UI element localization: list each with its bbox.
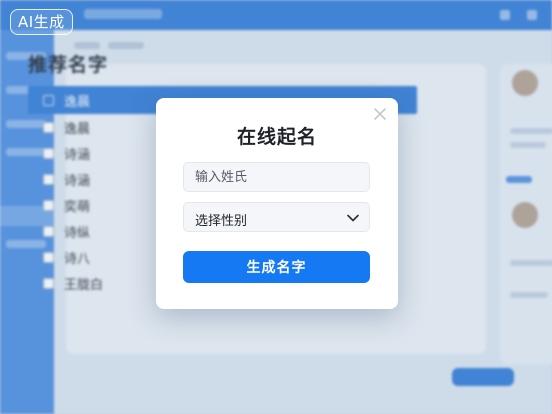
close-icon[interactable] [372,106,388,122]
chevron-down-icon [347,214,359,222]
gender-select[interactable]: 选择性别 [183,202,370,232]
screen: 推荐名字 逸晨逸晨诗涵诗涵奕萌诗纵诗八王胧白 AI生成 在线起名 选择性别 生成… [0,0,552,414]
generate-name-button[interactable]: 生成名字 [183,251,370,283]
surname-field[interactable] [183,162,370,192]
dialog-title: 在线起名 [236,126,317,148]
gender-select-value: 选择性别 [195,214,248,229]
ai-generated-badge: AI生成 [10,9,73,35]
surname-input[interactable] [184,163,369,191]
naming-dialog: 在线起名 选择性别 生成名字 [156,98,398,309]
